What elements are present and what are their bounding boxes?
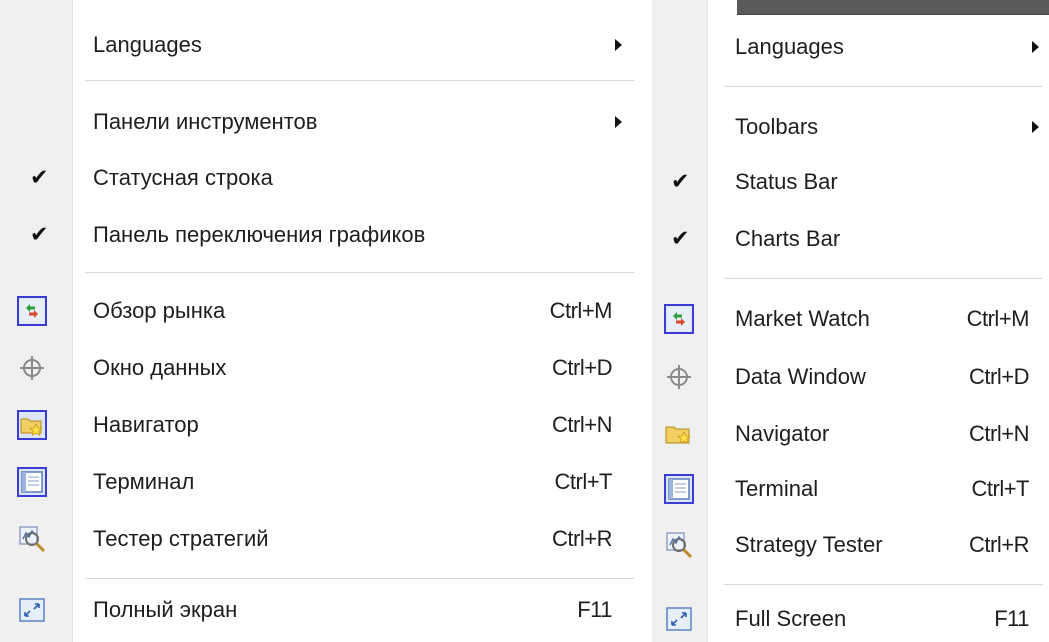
menu-item-label: Навигатор (93, 412, 199, 437)
shortcut-label: Ctrl+D (552, 355, 612, 380)
submenu-arrow-icon (615, 39, 622, 51)
menu-item-terminal[interactable]: Terminal Ctrl+T (652, 466, 1049, 512)
menu-item-languages[interactable]: Languages (0, 22, 640, 68)
menu-item-toolbars[interactable]: Toolbars (652, 104, 1049, 150)
view-menu-russian: Languages Панели инструментов ✔ Статусна… (0, 0, 640, 642)
menu-item-label: Market Watch (735, 306, 870, 331)
menu-item-data-window[interactable]: Data Window Ctrl+D (652, 354, 1049, 400)
market-watch-icon (17, 296, 47, 326)
shortcut-label: Ctrl+D (969, 364, 1029, 389)
folder-star-icon (664, 419, 694, 449)
strategy-tester-icon (17, 524, 47, 554)
menu-item-label: Статусная строка (93, 165, 273, 190)
shortcut-label: Ctrl+N (552, 412, 612, 437)
fullscreen-icon (17, 595, 47, 625)
menu-item-label: Терминал (93, 469, 195, 494)
menu-item-label: Тестер стратегий (93, 526, 269, 551)
market-watch-icon (664, 304, 694, 334)
crosshair-icon (17, 353, 47, 383)
menu-item-label: Полный экран (93, 597, 238, 622)
menu-top-edge (737, 0, 1049, 15)
menu-item-market-watch[interactable]: Обзор рынка Ctrl+M (0, 288, 640, 334)
menu-item-status-bar[interactable]: ✔ Status Bar (652, 159, 1049, 205)
menu-item-label: Languages (735, 34, 844, 59)
menu-item-label: Full Screen (735, 606, 847, 631)
menu-separator (85, 80, 634, 81)
menu-item-terminal[interactable]: Терминал Ctrl+T (0, 459, 640, 505)
menu-item-charts-bar[interactable]: ✔ Charts Bar (652, 216, 1049, 262)
folder-star-icon (17, 410, 47, 440)
menu-item-market-watch[interactable]: Market Watch Ctrl+M (652, 296, 1049, 342)
menu-item-status-bar[interactable]: ✔ Статусная строка (0, 155, 640, 201)
menu-item-label: Обзор рынка (93, 298, 226, 323)
menu-item-label: Панели инструментов (93, 109, 318, 134)
menu-item-full-screen[interactable]: Full Screen F11 (652, 596, 1049, 642)
shortcut-label: Ctrl+T (554, 469, 613, 494)
shortcut-label: Ctrl+N (969, 421, 1029, 446)
checkmark-icon: ✔ (30, 165, 49, 191)
checkmark-icon: ✔ (671, 169, 690, 195)
menu-separator (724, 278, 1043, 279)
menu-item-label: Languages (93, 32, 202, 57)
submenu-arrow-icon (615, 116, 622, 128)
shortcut-label: Ctrl+R (969, 532, 1029, 557)
menu-item-languages[interactable]: Languages (652, 24, 1049, 70)
menu-separator (85, 272, 634, 273)
view-menu-english: Languages Toolbars ✔ Status Bar ✔ Charts… (652, 0, 1049, 642)
menu-item-label: Status Bar (735, 169, 838, 194)
menu-item-full-screen[interactable]: Полный экран F11 (0, 587, 640, 633)
shortcut-label: F11 (577, 597, 612, 622)
menu-item-label: Navigator (735, 421, 830, 446)
menu-item-label: Toolbars (735, 114, 819, 139)
submenu-arrow-icon (1032, 121, 1039, 133)
menu-item-strategy-tester[interactable]: Тестер стратегий Ctrl+R (0, 516, 640, 562)
shortcut-label: F11 (994, 606, 1029, 631)
menu-item-data-window[interactable]: Окно данных Ctrl+D (0, 345, 640, 391)
menu-item-navigator[interactable]: Навигатор Ctrl+N (0, 402, 640, 448)
shortcut-label: Ctrl+M (966, 306, 1030, 331)
menu-item-label: Terminal (735, 476, 819, 501)
terminal-icon (17, 467, 47, 497)
menu-separator (724, 86, 1043, 87)
menu-separator (85, 578, 634, 579)
menu-item-strategy-tester[interactable]: Strategy Tester Ctrl+R (652, 522, 1049, 568)
menu-item-charts-bar[interactable]: ✔ Панель переключения графиков (0, 212, 640, 258)
shortcut-label: Ctrl+M (549, 298, 613, 323)
checkmark-icon: ✔ (671, 226, 690, 252)
terminal-icon (664, 474, 694, 504)
menu-item-toolbars[interactable]: Панели инструментов (0, 99, 640, 145)
menu-item-navigator[interactable]: Navigator Ctrl+N (652, 411, 1049, 457)
menu-item-label: Strategy Tester (735, 532, 883, 557)
view-menus-comparison: Languages Панели инструментов ✔ Статусна… (0, 0, 1049, 642)
shortcut-label: Ctrl+T (971, 476, 1030, 501)
shortcut-label: Ctrl+R (552, 526, 612, 551)
menu-separator (724, 584, 1043, 585)
menu-item-label: Окно данных (93, 355, 227, 380)
menu-item-label: Charts Bar (735, 226, 841, 251)
strategy-tester-icon (664, 530, 694, 560)
menu-item-label: Data Window (735, 364, 866, 389)
crosshair-icon (664, 362, 694, 392)
submenu-arrow-icon (1032, 41, 1039, 53)
menu-item-label: Панель переключения графиков (93, 222, 426, 247)
fullscreen-icon (664, 604, 694, 634)
checkmark-icon: ✔ (30, 222, 49, 248)
